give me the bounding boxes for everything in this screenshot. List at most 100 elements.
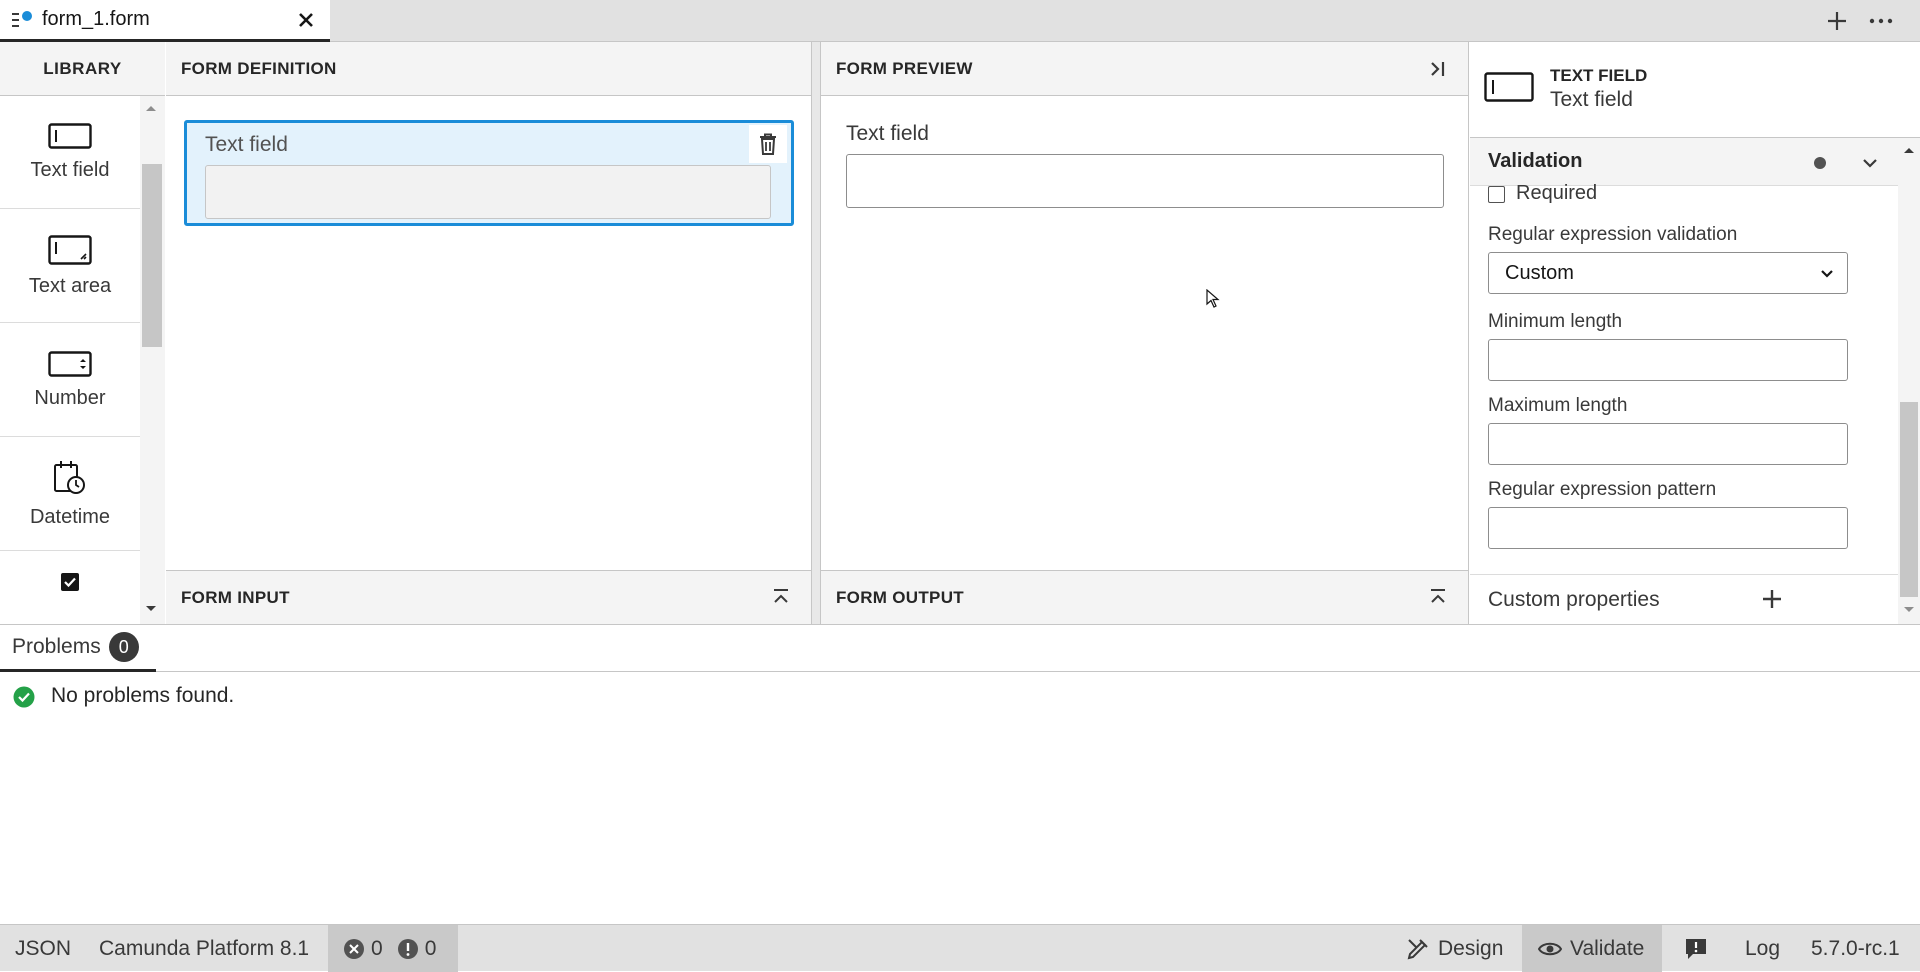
format-indicator[interactable]: JSON [15,925,71,972]
regex-pattern-label: Regular expression pattern [1488,479,1717,500]
tab-title: form_1.form [42,8,150,30]
design-mode-button[interactable]: Design [1390,925,1520,972]
problems-message: No problems found. [51,684,235,707]
more-options-icon[interactable] [1868,8,1894,34]
problems-tab-label: Problems [12,635,101,658]
preview-text-input[interactable] [846,154,1444,208]
regex-pattern-input[interactable] [1488,507,1848,549]
form-input-panel[interactable]: FORM INPUT [166,570,811,624]
format-label: JSON [15,936,72,960]
scroll-down-icon[interactable] [1903,606,1915,614]
minimum-length-input[interactable] [1488,339,1848,381]
expand-up-icon[interactable] [1429,588,1447,606]
maximum-length-input[interactable] [1488,423,1848,465]
status-bar: JSON Camunda Platform 8.1 0 0 Design Val… [0,924,1920,972]
platform-label: Camunda Platform 8.1 [99,936,310,960]
feedback-button[interactable] [1685,925,1707,972]
eye-icon [1538,940,1570,958]
definition-text-field[interactable]: Text field [184,120,794,226]
lint-counts-button[interactable]: 0 0 [328,925,458,972]
scroll-down-icon[interactable] [145,605,157,613]
validate-label: Validate [1570,936,1645,960]
group-has-entries-dot [1814,157,1826,169]
close-tab-icon[interactable] [296,10,316,30]
version-label: 5.7.0-rc.1 [1811,936,1900,960]
library-title: LIBRARY [0,42,165,96]
problems-tab-row: Problems 0 [0,625,1920,672]
chevron-down-icon [1819,266,1835,282]
column-divider[interactable] [811,42,821,624]
required-checkbox[interactable] [1488,186,1505,203]
library-item-number[interactable]: Number [0,324,140,437]
new-tab-icon[interactable] [1824,8,1850,34]
form-preview-panel: FORM PREVIEW Text field FORM OUTPUT [821,42,1469,624]
validate-mode-button[interactable]: Validate [1522,925,1662,972]
form-file-icon [12,10,34,30]
form-input-title: FORM INPUT [181,587,290,607]
properties-scroll-thumb[interactable] [1900,402,1918,597]
validation-group-title: Validation [1488,150,1583,172]
library-scroll-thumb[interactable] [142,164,162,347]
tab-form-1[interactable]: form_1.form [0,0,330,42]
chevron-down-icon[interactable] [1860,153,1880,173]
tab-bar: form_1.form [0,0,1920,42]
required-label: Required [1516,182,1598,204]
expand-up-icon[interactable] [772,588,790,606]
element-type: TEXT FIELD [1550,66,1648,85]
form-output-title: FORM OUTPUT [836,587,964,607]
warning-icon [397,938,419,960]
regex-validation-value: Custom [1505,261,1574,284]
properties-header: TEXT FIELD Text field [1470,42,1920,138]
problems-panel: Problems 0 No problems found. [0,624,1920,924]
scroll-up-icon[interactable] [1903,146,1915,154]
library-item-label: Number [34,386,106,409]
error-icon [343,938,365,960]
mouse-cursor-icon [1206,289,1220,309]
form-preview-title: FORM PREVIEW [821,42,1468,96]
platform-version-button[interactable]: Camunda Platform 8.1 [99,925,309,972]
definition-field-input [205,165,771,219]
add-custom-property-icon[interactable] [1760,587,1784,611]
log-button[interactable]: Log [1745,925,1780,972]
element-name: Text field [1550,88,1633,111]
library-item-checkbox[interactable] [0,552,140,624]
trash-icon [759,133,777,155]
error-count: 0 [371,936,383,960]
problems-count-badge: 0 [108,632,139,662]
number-field-icon [48,350,92,377]
app-version: 5.7.0-rc.1 [1811,925,1900,972]
collapse-preview-icon[interactable] [1429,60,1447,78]
warning-count: 0 [424,936,437,960]
delete-field-button[interactable] [749,125,787,163]
design-label: Design [1438,936,1504,960]
properties-panel: TEXT FIELD Text field Validation Require… [1470,42,1920,624]
success-check-icon [13,686,35,708]
custom-properties-title: Custom properties [1488,587,1660,611]
checkbox-icon [60,572,80,592]
library-item-datetime[interactable]: Datetime [0,438,140,551]
form-definition-panel: FORM DEFINITION Text field FORM INPUT [166,42,811,624]
feedback-icon [1685,938,1707,960]
definition-field-label: Text field [205,133,288,156]
text-field-icon [1484,72,1534,102]
library-item-text-area[interactable]: Text area [0,210,140,323]
validation-group-header[interactable]: Validation [1470,138,1898,186]
design-tools-icon [1406,937,1438,961]
custom-properties-group[interactable]: Custom properties [1470,574,1898,624]
regex-validation-label: Regular expression validation [1488,224,1738,245]
maximum-length-label: Maximum length [1488,395,1628,416]
preview-field-label: Text field [846,122,929,145]
library-item-text-field[interactable]: Text field [0,96,140,209]
library-item-label: Datetime [29,505,111,528]
form-definition-title: FORM DEFINITION [166,42,811,96]
form-output-panel[interactable]: FORM OUTPUT [821,570,1468,624]
calendar-clock-icon [53,460,87,496]
library-item-label: Text area [28,274,112,297]
library-panel: LIBRARY Text field Text area Number Date… [0,42,165,624]
log-label: Log [1745,936,1781,960]
library-item-label: Text field [30,158,110,181]
problems-tab[interactable]: Problems 0 [0,625,156,672]
scroll-up-icon[interactable] [145,104,157,112]
regex-validation-select[interactable]: Custom [1488,252,1848,294]
text-area-icon [48,234,92,265]
